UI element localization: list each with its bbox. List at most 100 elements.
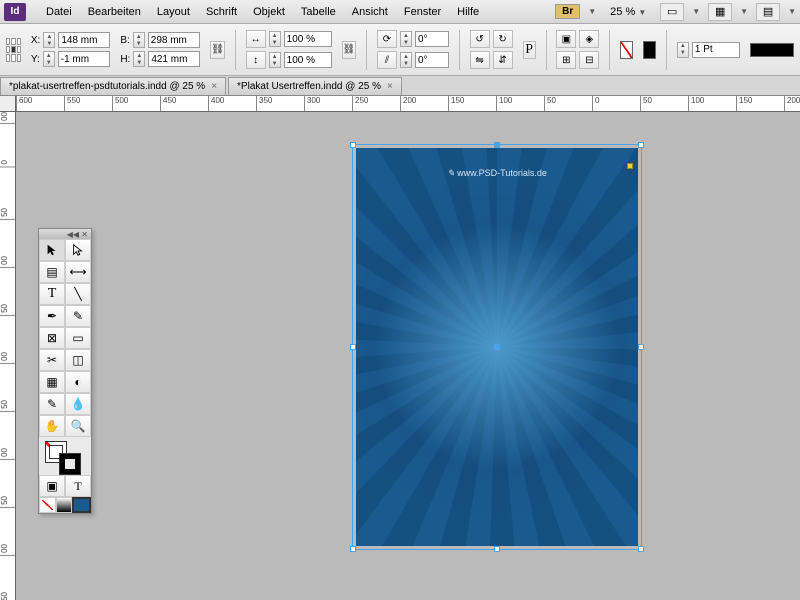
rectangle-tool[interactable]: ▭ <box>65 327 91 349</box>
zoom-tool[interactable]: 🔍 <box>65 415 91 437</box>
w-stepper[interactable]: ▲▼ <box>133 32 145 48</box>
x-label: X: <box>31 35 40 46</box>
formatting-container-button[interactable]: ▣ <box>39 475 65 497</box>
tools-panel[interactable]: ◀◀ ✕ ▤ ⟷ T ╲ ✒ ✎ ⊠ ▭ ✂ ◫ ▦ ◐ ✎ 💧 ✋ 🔍 ▣ <box>38 228 92 514</box>
rotate-input[interactable] <box>415 31 449 47</box>
h-stepper[interactable]: ▲▼ <box>133 51 145 67</box>
type-tool[interactable]: T <box>39 283 65 305</box>
shear-icon: ⫽ <box>377 51 397 69</box>
y-label: Y: <box>31 54 40 65</box>
select-content-button[interactable]: ◈ <box>579 30 599 48</box>
workspace-button[interactable]: ▤ <box>756 3 780 21</box>
fill-swatch[interactable] <box>620 41 633 59</box>
y-stepper[interactable]: ▲▼ <box>43 51 55 67</box>
menu-hilfe[interactable]: Hilfe <box>449 6 487 18</box>
w-input[interactable] <box>148 32 200 48</box>
screen-mode-button[interactable]: ▭ <box>660 3 684 21</box>
stroke-style-dropdown[interactable] <box>750 43 794 57</box>
menu-ansicht[interactable]: Ansicht <box>344 6 396 18</box>
menu-bearbeiten[interactable]: Bearbeiten <box>80 6 149 18</box>
gradient-swatch-tool[interactable]: ▦ <box>39 371 65 393</box>
url-text: ✎ www.PSD-Tutorials.de <box>356 168 638 179</box>
close-icon[interactable]: × <box>387 81 393 92</box>
resize-handle-mr[interactable] <box>638 344 644 350</box>
stroke-weight-stepper[interactable]: ▲▼ <box>677 42 689 58</box>
apply-none-button[interactable] <box>39 497 56 513</box>
control-bar: X:▲▼ Y:▲▼ B:▲▼ H:▲▼ ⛓ ↔▲▼ ↕▲▼ ⛓ ⟳▲▼ ⫽▲▼ … <box>0 24 800 76</box>
pen-tool[interactable]: ✒ <box>39 305 65 327</box>
menu-datei[interactable]: Datei <box>38 6 80 18</box>
selection-tool[interactable] <box>39 239 65 261</box>
stroke-swatch[interactable] <box>643 41 656 59</box>
constrain-wh-icon[interactable]: ⛓ <box>210 41 225 59</box>
apply-color-button[interactable] <box>72 497 91 513</box>
menu-schrift[interactable]: Schrift <box>198 6 245 18</box>
sx-input[interactable] <box>284 31 332 47</box>
document-page[interactable]: ✎ www.PSD-Tutorials.de <box>356 148 638 546</box>
resize-handle-bl[interactable] <box>350 546 356 552</box>
fit-frame-button[interactable]: ⊟ <box>579 51 599 69</box>
flip-h-button[interactable]: ⇋ <box>470 51 490 69</box>
horizontal-ruler[interactable]: 6005505004504003503002502001501005005010… <box>16 96 800 112</box>
w-label: B: <box>120 35 129 46</box>
arrange-button[interactable]: ▦ <box>708 3 732 21</box>
vertical-ruler[interactable]: 000500050005000500050 <box>0 112 16 600</box>
menu-bar: Id Datei Bearbeiten Layout Schrift Objek… <box>0 0 800 24</box>
gradient-feather-tool[interactable]: ◐ <box>65 371 91 393</box>
note-tool[interactable]: ✎ <box>39 393 65 415</box>
h-input[interactable] <box>148 51 200 67</box>
eyedropper-tool[interactable]: 💧 <box>65 393 91 415</box>
app-logo-icon: Id <box>4 3 26 21</box>
h-label: H: <box>120 54 130 65</box>
apply-gradient-button[interactable] <box>56 497 73 513</box>
rotate-cw-button[interactable]: ↻ <box>493 30 513 48</box>
tab-label: *Plakat Usertreffen.indd @ 25 % <box>237 81 381 92</box>
document-tab[interactable]: *plakat-usertreffen-psdtutorials.indd @ … <box>0 77 226 95</box>
stroke-color-icon[interactable] <box>59 453 81 475</box>
menu-fenster[interactable]: Fenster <box>396 6 449 18</box>
fill-stroke-picker[interactable] <box>39 437 91 475</box>
close-icon[interactable]: × <box>211 81 217 92</box>
scale-y-icon: ↕ <box>246 51 266 69</box>
y-input[interactable] <box>58 51 110 67</box>
fit-content-button[interactable]: ⊞ <box>556 51 576 69</box>
gap-tool[interactable]: ⟷ <box>65 261 91 283</box>
sy-stepper[interactable]: ▲▼ <box>269 52 281 68</box>
bridge-button[interactable]: Br <box>555 4 580 19</box>
workarea[interactable]: 6005505004504003503002502001501005005010… <box>0 96 800 600</box>
rot-stepper[interactable]: ▲▼ <box>400 31 412 47</box>
shear-input[interactable] <box>415 52 449 68</box>
constrain-scale-icon[interactable]: ⛓ <box>342 41 357 59</box>
x-input[interactable] <box>58 32 110 48</box>
zoom-level-dropdown[interactable]: 25 % ▼ <box>604 6 652 18</box>
ruler-origin[interactable] <box>0 96 16 112</box>
stroke-weight-input[interactable] <box>692 42 740 58</box>
rectangle-frame-tool[interactable]: ⊠ <box>39 327 65 349</box>
reference-point-picker[interactable] <box>6 38 21 62</box>
resize-handle-bm[interactable] <box>494 546 500 552</box>
flip-v-button[interactable]: ⇵ <box>493 51 513 69</box>
chevron-down-icon[interactable]: ▼ <box>588 7 596 16</box>
scissors-tool[interactable]: ✂ <box>39 349 65 371</box>
formatting-text-button[interactable]: T <box>65 475 91 497</box>
menu-layout[interactable]: Layout <box>149 6 198 18</box>
line-tool[interactable]: ╲ <box>65 283 91 305</box>
direct-selection-tool[interactable] <box>65 239 91 261</box>
menu-objekt[interactable]: Objekt <box>245 6 293 18</box>
resize-handle-tr[interactable] <box>638 142 644 148</box>
free-transform-tool[interactable]: ◫ <box>65 349 91 371</box>
hand-tool[interactable]: ✋ <box>39 415 65 437</box>
rotate-ccw-button[interactable]: ↺ <box>470 30 490 48</box>
document-tab[interactable]: *Plakat Usertreffen.indd @ 25 % × <box>228 77 402 95</box>
sy-input[interactable] <box>284 52 332 68</box>
panel-collapse-icon[interactable]: ◀◀ ✕ <box>39 229 91 239</box>
pencil-tool[interactable]: ✎ <box>65 305 91 327</box>
menu-tabelle[interactable]: Tabelle <box>293 6 344 18</box>
sx-stepper[interactable]: ▲▼ <box>269 31 281 47</box>
resize-handle-br[interactable] <box>638 546 644 552</box>
x-stepper[interactable]: ▲▼ <box>43 32 55 48</box>
shear-stepper[interactable]: ▲▼ <box>400 52 412 68</box>
char-format-icon[interactable]: P <box>523 41 536 59</box>
page-tool[interactable]: ▤ <box>39 261 65 283</box>
select-container-button[interactable]: ▣ <box>556 30 576 48</box>
